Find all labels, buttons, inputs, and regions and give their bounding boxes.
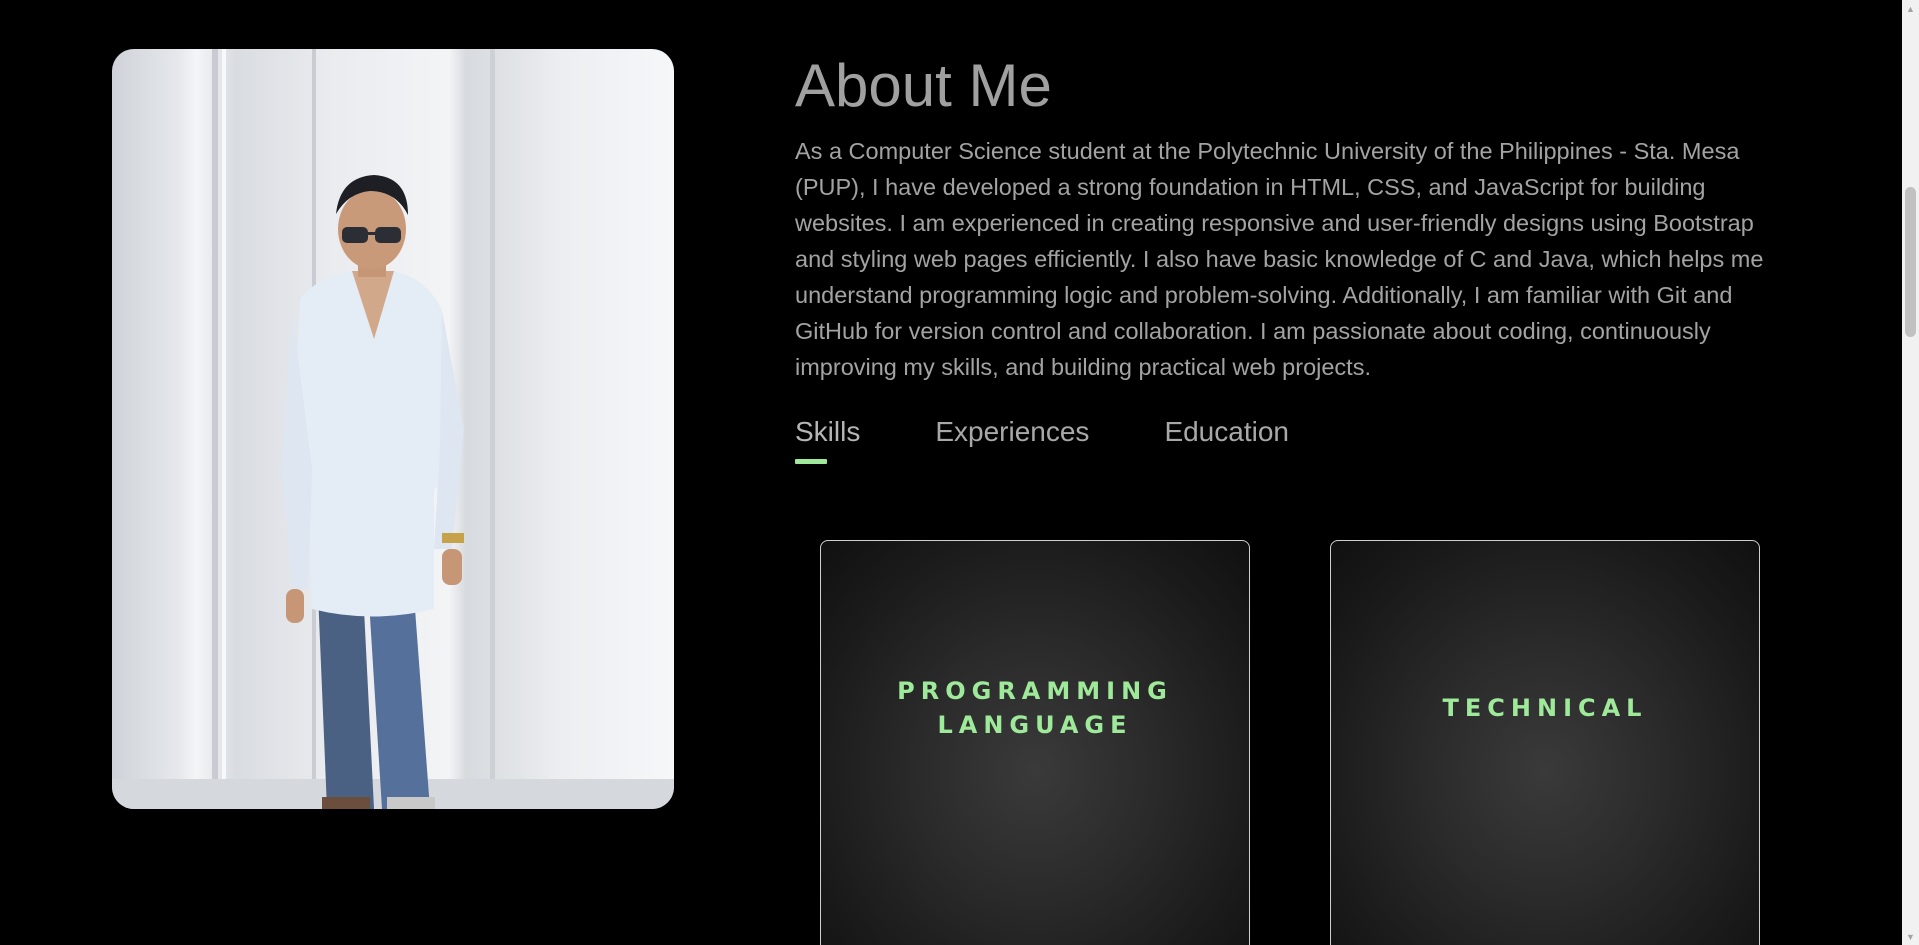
tab-education[interactable]: Education [1164,416,1289,464]
active-tab-underline [795,459,827,464]
triangle-down-icon[interactable]: ▼ [1902,928,1919,945]
skill-card-title: PROGRAMMING LANGUAGE [897,677,1173,739]
scrollbar-thumb[interactable] [1905,187,1916,337]
tab-experiences-label: Experiences [935,416,1090,447]
tab-skills-label: Skills [795,416,861,447]
about-title: About Me [795,52,1052,119]
vertical-scrollbar[interactable]: ▲ ▼ [1902,0,1919,945]
tab-experiences[interactable]: Experiences [935,416,1089,464]
profile-photo [112,49,674,809]
about-description: As a Computer Science student at the Pol… [795,138,1764,380]
about-tabs: Skills Experiences Education [795,416,1364,464]
tab-skills[interactable]: Skills [795,416,860,464]
skill-card-technical[interactable]: TECHNICAL [1330,540,1760,945]
about-page: About Me As a Computer Science student a… [0,0,1919,945]
triangle-up-icon[interactable]: ▲ [1902,0,1919,17]
tab-education-label: Education [1164,416,1289,447]
skill-card-programming-language[interactable]: PROGRAMMING LANGUAGE [820,540,1250,945]
skill-card-title: TECHNICAL [1442,694,1648,722]
